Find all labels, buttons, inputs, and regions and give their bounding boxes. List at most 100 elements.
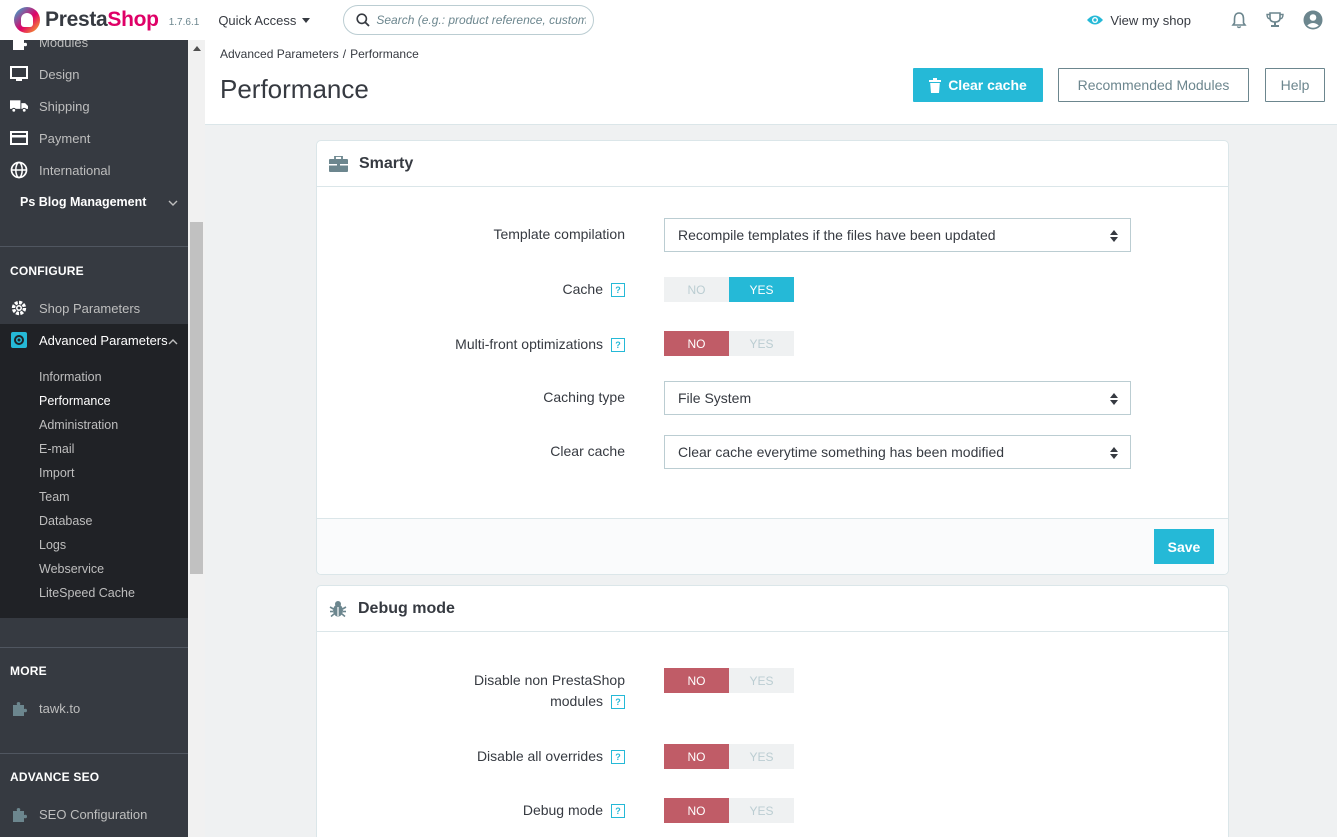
user-icon [1303,10,1323,30]
disable-non-ps-modules-switch[interactable]: NO YES [664,668,794,693]
page-title: Performance [220,74,369,104]
submenu-performance[interactable]: Performance [39,394,111,408]
search-input[interactable] [376,13,587,27]
sidebar-item-design[interactable]: Design [0,58,188,90]
quick-access-dropdown[interactable]: Quick Access [218,13,311,28]
caching-type-value: File System [678,390,752,406]
help-question-icon[interactable]: ? [611,283,625,298]
smarty-panel: Smarty Template compilation Recompile te… [316,140,1229,575]
switch-yes-option[interactable]: YES [729,668,794,693]
select-arrows-icon [1110,393,1118,405]
recommended-modules-button[interactable]: Recommended Modules [1058,68,1249,102]
submenu-team[interactable]: Team [39,490,70,504]
trophy-button[interactable] [1265,11,1285,29]
top-header: PrestaShop 1.7.6.1 Quick Access View my … [0,0,1337,40]
truck-icon [10,97,28,115]
submenu-administration[interactable]: Administration [39,418,118,432]
switch-no-option[interactable]: NO [664,744,729,769]
submenu-webservice[interactable]: Webservice [39,562,104,576]
sidebar-item-label: International [39,162,111,178]
clear-cache-label: Clear cache [948,77,1027,93]
sidebar-item-label: Advanced Parameters [39,332,168,348]
disable-overrides-switch[interactable]: NO YES [664,744,794,769]
help-question-icon[interactable]: ? [611,750,625,765]
switch-yes-option[interactable]: YES [729,331,794,356]
breadcrumb-parent-link[interactable]: Advanced Parameters [220,47,339,61]
sidebar-item-label: Design [39,66,80,82]
sidebar-item-advanced-parameters[interactable]: Advanced Parameters [0,324,188,356]
chevron-up-icon [168,333,178,348]
submenu-litespeed-cache[interactable]: LiteSpeed Cache [39,586,135,600]
smarty-panel-footer: Save [317,518,1228,574]
sidebar-item-shop-parameters[interactable]: Shop Parameters [0,292,188,324]
puzzle-icon [10,805,28,823]
debug-mode-panel: Debug mode Disable non PrestaShop module… [316,585,1229,837]
debug-mode-switch[interactable]: NO YES [664,798,794,823]
prestashop-logo[interactable]: PrestaShop 1.7.6.1 [14,7,199,33]
scrollbar-thumb[interactable] [190,222,203,574]
template-compilation-select[interactable]: Recompile templates if the files have be… [664,218,1131,252]
sidebar-divider [0,246,188,247]
help-question-icon[interactable]: ? [611,338,625,353]
debug-panel-title: Debug mode [358,599,455,617]
employee-menu-button[interactable] [1303,10,1323,30]
advanced-parameters-submenu: Information Performance Administration E… [0,356,188,618]
logo-text: PrestaShop [45,8,159,31]
clear-cache-select[interactable]: Clear cache everytime something has been… [664,435,1131,469]
switch-no-option[interactable]: NO [664,277,729,302]
section-more: MORE [10,664,47,678]
help-button[interactable]: Help [1265,68,1325,102]
submenu-logs[interactable]: Logs [39,538,66,552]
sidebar-item-seo-configuration[interactable]: SEO Configuration [0,798,188,830]
multifront-switch[interactable]: NO YES [664,331,794,356]
switch-yes-option[interactable]: YES [729,277,794,302]
submenu-import[interactable]: Import [39,466,74,480]
switch-no-option[interactable]: NO [664,668,729,693]
submenu-email[interactable]: E-mail [39,442,74,456]
sidebar-item-label: Modules [39,40,89,50]
gear-icon [10,299,28,317]
sidebar-item-label: Shop Parameters [39,300,141,316]
submenu-information[interactable]: Information [39,370,102,384]
section-configure: CONFIGURE [10,264,84,278]
debug-mode-label: Debug mode? [523,800,625,821]
switch-no-option[interactable]: NO [664,798,729,823]
view-my-shop-link[interactable]: View my shop [1086,13,1191,28]
submenu-database[interactable]: Database [39,514,93,528]
sidebar-item-label: tawk.to [39,700,81,716]
notifications-button[interactable] [1231,11,1247,29]
switch-yes-option[interactable]: YES [729,798,794,823]
breadcrumb-separator: / [342,47,347,61]
sidebar-item-tawk[interactable]: tawk.to [0,692,188,724]
breadcrumb-current: Performance [350,47,419,61]
trophy-icon [1266,12,1284,27]
smarty-panel-title: Smarty [359,154,414,172]
puffin-logo-icon [14,7,40,33]
credit-card-icon [10,129,28,147]
search-icon [356,13,370,27]
help-question-icon[interactable]: ? [611,804,625,819]
caret-down-icon [302,17,311,23]
puzzle-icon [10,699,28,717]
sidebar-item-shipping[interactable]: Shipping [0,90,188,122]
disable-overrides-label: Disable all overrides? [477,746,625,767]
scroll-up-arrow-icon[interactable] [193,46,201,51]
help-question-icon[interactable]: ? [611,695,625,710]
switch-yes-option[interactable]: YES [729,744,794,769]
sidebar-divider [0,753,188,754]
sidebar-item-international[interactable]: International [0,154,188,186]
switch-no-option[interactable]: NO [664,331,729,356]
smarty-panel-heading: Smarty [317,141,1228,187]
save-button[interactable]: Save [1154,529,1214,564]
clear-cache-button[interactable]: Clear cache [913,68,1043,102]
breadcrumb: Advanced Parameters / Performance [220,47,419,61]
search-box[interactable] [343,5,595,35]
sidebar-scrollbar[interactable] [188,40,205,837]
caching-type-select[interactable]: File System [664,381,1131,415]
cache-switch[interactable]: NO YES [664,277,794,302]
sidebar-item-modules[interactable]: Modules [0,40,188,58]
trash-icon [929,77,942,93]
view-my-shop-label: View my shop [1110,12,1191,28]
sidebar-item-ps-blog[interactable]: Ps Blog Management [0,186,188,218]
sidebar-item-payment[interactable]: Payment [0,122,188,154]
